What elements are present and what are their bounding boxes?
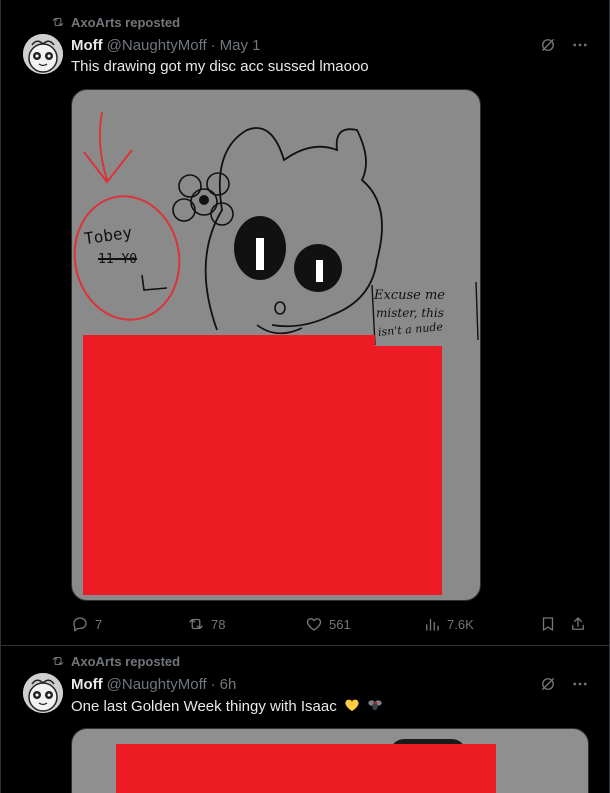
avatar-image (23, 34, 63, 74)
drawing-speech-line-1: Excuse me (374, 288, 445, 303)
author-name[interactable]: Moff (71, 676, 103, 693)
more-options-icon[interactable] (571, 36, 589, 54)
reply-button[interactable]: 7 (71, 612, 102, 636)
post[interactable]: AxoArts reposted Moff @NaughtyMoff · May… (1, 0, 609, 645)
post-media[interactable]: Tobey 11 Y0 Excuse me mister, this isn't… (71, 89, 481, 601)
repost-indicator[interactable]: AxoArts reposted (51, 12, 180, 32)
fly-emoji (368, 700, 382, 711)
timeline-feed: AxoArts reposted Moff @NaughtyMoff · May… (0, 0, 610, 793)
author-name[interactable]: Moff (71, 37, 103, 54)
post-time[interactable]: May 1 (220, 37, 261, 54)
repost-button[interactable]: 78 (187, 612, 225, 636)
repost-label: AxoArts reposted (71, 14, 181, 30)
author-handle[interactable]: @NaughtyMoff (107, 676, 207, 693)
bookmark-button[interactable] (539, 612, 557, 636)
post-header: Moff @NaughtyMoff · May 1 (71, 35, 261, 55)
repost-icon (52, 17, 64, 27)
author-handle[interactable]: @NaughtyMoff (107, 37, 207, 54)
like-count: 561 (329, 616, 351, 632)
views-icon (426, 618, 439, 631)
repost-icon (189, 618, 203, 630)
drawing-label-struck: 11 Y0 (98, 252, 138, 267)
post-action-bar: 7 78 561 7.6K (71, 612, 591, 636)
share-button[interactable] (569, 612, 587, 636)
reply-icon (73, 617, 87, 632)
repost-count: 78 (211, 616, 226, 632)
grok-icon[interactable] (539, 36, 557, 54)
post-text-row: One last Golden Week thingy with Isaac (71, 697, 383, 715)
post-text: This drawing got my disc acc sussed lmao… (71, 58, 369, 75)
post-top-actions (539, 36, 589, 54)
yellow-heart-emoji (345, 699, 359, 711)
bookmark-icon (542, 617, 554, 631)
grok-icon[interactable] (539, 675, 557, 693)
heart-icon (306, 618, 322, 631)
post-header: Moff @NaughtyMoff · 6h (71, 674, 236, 694)
repost-icon (52, 656, 64, 666)
post-time[interactable]: 6h (220, 676, 237, 693)
post-media[interactable] (71, 728, 589, 793)
like-button[interactable]: 561 (305, 612, 351, 636)
separator-dot: · (210, 36, 216, 54)
post-top-actions (539, 675, 589, 693)
more-options-icon[interactable] (571, 675, 589, 693)
views-button[interactable]: 7.6K (423, 612, 474, 636)
reply-count: 7 (95, 616, 103, 632)
redaction-block (83, 335, 375, 595)
separator-dot: · (210, 675, 216, 693)
repost-label: AxoArts reposted (71, 653, 181, 669)
share-icon (572, 617, 584, 630)
post-text: One last Golden Week thingy with Isaac (71, 698, 337, 715)
avatar[interactable] (23, 673, 63, 713)
redaction-block (116, 744, 496, 793)
avatar-image (23, 673, 63, 713)
drawing-speech-line-2: mister, this (376, 306, 444, 320)
views-count: 7.6K (447, 616, 474, 632)
repost-indicator[interactable]: AxoArts reposted (51, 651, 180, 671)
avatar[interactable] (23, 34, 63, 74)
redaction-block (362, 390, 442, 595)
post[interactable]: AxoArts reposted Moff @NaughtyMoff · 6h (1, 646, 609, 793)
